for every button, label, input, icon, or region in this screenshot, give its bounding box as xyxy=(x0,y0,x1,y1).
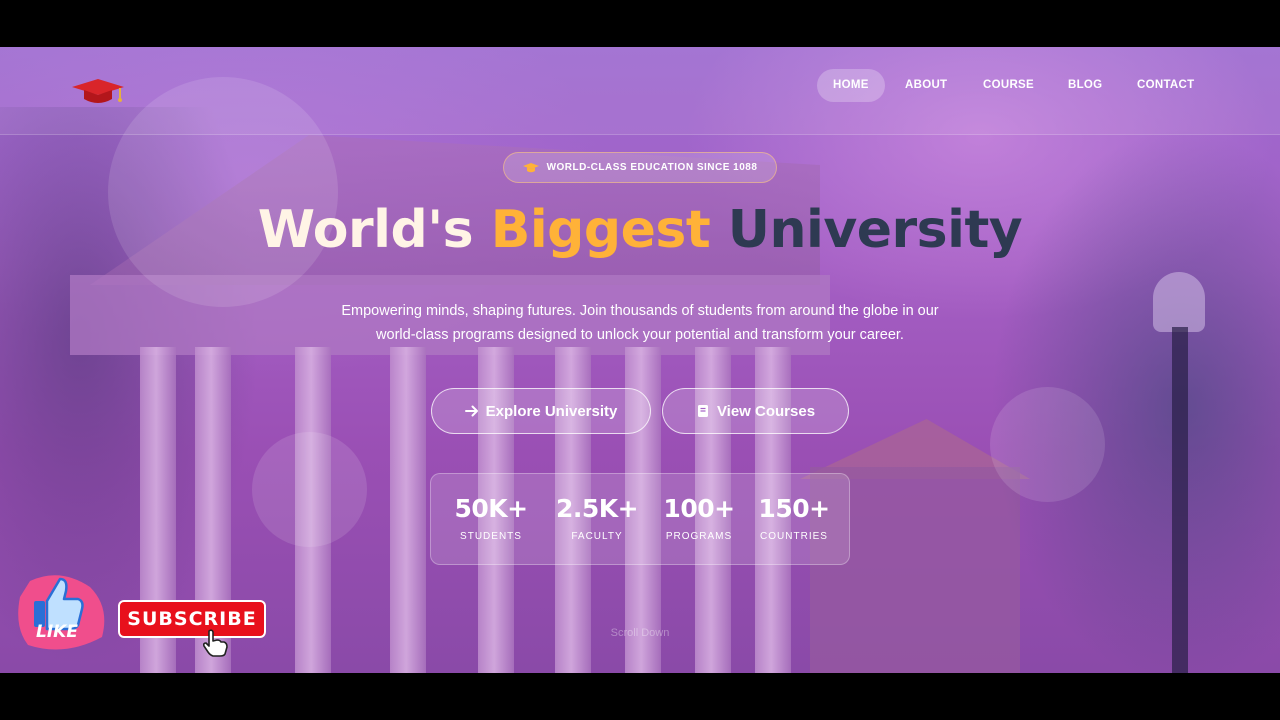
hero-badge: WORLD-CLASS EDUCATION SINCE 1088 xyxy=(503,152,777,183)
hero-subtitle: Empowering minds, shaping futures. Join … xyxy=(290,299,990,347)
title-word-2: Biggest xyxy=(490,200,711,260)
stat-value: 100+ xyxy=(663,494,735,523)
graduation-cap-icon[interactable] xyxy=(70,75,126,107)
stat-countries: 150+ COUNTRIES xyxy=(744,474,844,542)
stat-label: PROGRAMS xyxy=(665,531,733,542)
explore-university-button[interactable]: Explore University xyxy=(431,388,651,434)
scroll-down-hint[interactable]: Scroll Down xyxy=(590,627,690,639)
letterbox-bottom xyxy=(0,673,1280,720)
nav-course[interactable]: COURSE xyxy=(967,69,1050,102)
badge-text: WORLD-CLASS EDUCATION SINCE 1088 xyxy=(546,162,758,173)
stat-value: 150+ xyxy=(758,494,830,523)
nav-contact[interactable]: CONTACT xyxy=(1121,69,1210,102)
graduation-cap-icon xyxy=(522,162,539,172)
like-label: LIKE xyxy=(36,622,78,642)
stat-label: COUNTRIES xyxy=(760,531,828,542)
street-lamp-head xyxy=(1153,272,1205,332)
stat-label: FACULTY xyxy=(571,531,623,542)
nav-home[interactable]: HOME xyxy=(817,69,885,102)
hand-pointer-icon xyxy=(202,629,228,657)
subscribe-button[interactable]: SUBSCRIBE xyxy=(118,600,266,638)
street-lamp-post xyxy=(1172,327,1188,673)
book-icon xyxy=(697,405,708,417)
arrow-right-icon xyxy=(464,405,478,417)
decorative-bubble xyxy=(252,432,367,547)
stats-panel: 50K+ STUDENTS 2.5K+ FACULTY 100+ PROGRAM… xyxy=(430,473,850,565)
hero-section: HOME ABOUT COURSE BLOG CONTACT WORLD-CLA… xyxy=(0,47,1280,673)
building-column xyxy=(390,347,426,673)
stat-label: STUDENTS xyxy=(460,531,522,542)
title-word-1: World's xyxy=(257,200,474,260)
subtitle-line-2: world-class programs designed to unlock … xyxy=(376,327,904,343)
stat-students: 50K+ STUDENTS xyxy=(441,474,541,542)
navbar: HOME ABOUT COURSE BLOG CONTACT xyxy=(0,47,1280,135)
explore-university-label: Explore University xyxy=(485,402,618,420)
view-courses-button[interactable]: View Courses xyxy=(662,388,849,434)
nav-about[interactable]: ABOUT xyxy=(889,69,963,102)
view-courses-label: View Courses xyxy=(716,402,816,420)
stat-value: 50K+ xyxy=(454,494,528,523)
stat-programs: 100+ PROGRAMS xyxy=(649,474,749,542)
decorative-bubble xyxy=(990,387,1105,502)
stat-faculty: 2.5K+ FACULTY xyxy=(547,474,647,542)
letterbox-top xyxy=(0,0,1280,47)
title-word-3: University xyxy=(727,200,1023,260)
nav-blog[interactable]: BLOG xyxy=(1052,69,1118,102)
stat-value: 2.5K+ xyxy=(555,494,639,523)
campus-background xyxy=(0,47,1280,673)
page-title: World's Biggest University xyxy=(0,197,1280,263)
subtitle-line-1: Empowering minds, shaping futures. Join … xyxy=(341,303,939,319)
